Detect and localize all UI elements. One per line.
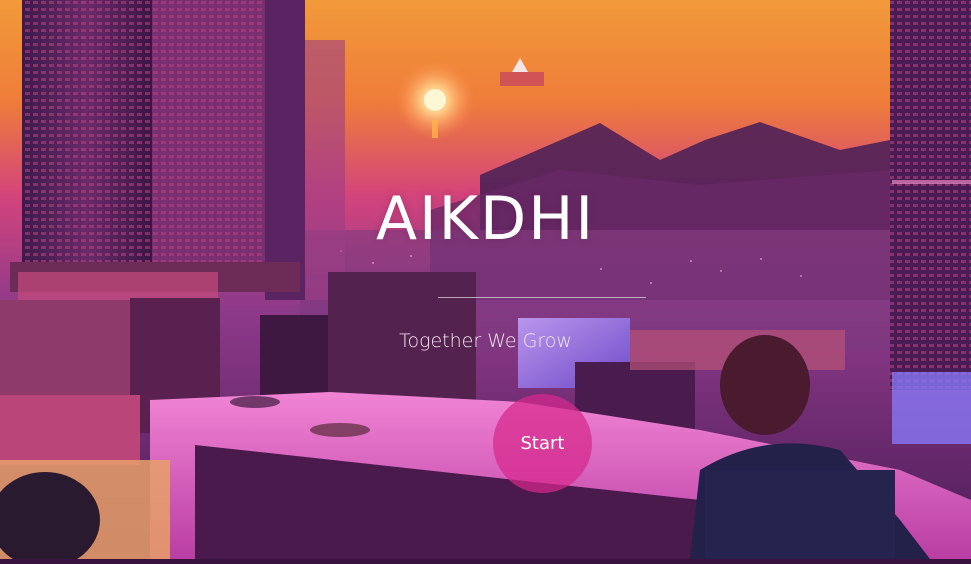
brand-title: AIKDHI [375, 184, 596, 254]
hero-section: AIKDHI Together We Grow Start [0, 0, 971, 559]
title-divider [438, 297, 646, 298]
start-button[interactable]: Start [493, 394, 592, 493]
tagline: Together We Grow [399, 330, 572, 352]
